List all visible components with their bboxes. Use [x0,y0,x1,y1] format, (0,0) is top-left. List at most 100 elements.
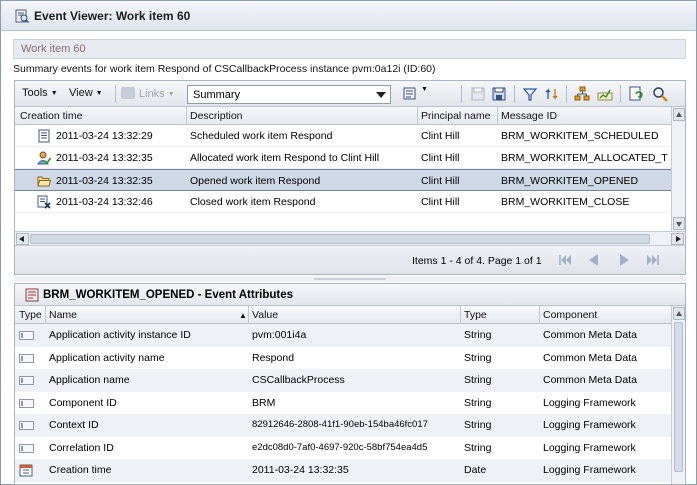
attribute-value: BRM [252,396,276,409]
attribute-row[interactable]: Creation time 2011-03-24 13:32:35 Date L… [15,459,671,482]
scroll-down-button[interactable] [673,217,685,230]
attribute-value: CSCallbackProcess [252,374,345,386]
attribute-value: 82912646-2808-41f1-90eb-154ba46fc017 [252,419,428,430]
attribute-component: Logging Framework [543,441,636,454]
column-header-type-icon[interactable]: Type [19,309,42,321]
events-horizontal-scrollbar[interactable] [15,231,685,245]
column-divider[interactable] [460,306,461,324]
events-vertical-scrollbar[interactable] [671,107,685,231]
event-row-selected[interactable]: 2011-03-24 13:32:35 Opened work item Res… [15,169,671,191]
attribute-type: Date [464,464,487,476]
scroll-up-button[interactable] [673,108,685,121]
attribute-row[interactable]: Context ID 82912646-2808-41f1-90eb-154ba… [15,414,671,437]
save-icon[interactable] [491,86,507,102]
column-header-name[interactable]: Name [49,309,77,321]
search-icon[interactable] [652,86,668,102]
save-disabled-icon[interactable] [470,86,486,102]
column-divider[interactable] [45,306,46,324]
links-menu-button[interactable]: Links ▼ [121,87,175,100]
scroll-left-button[interactable] [16,233,29,245]
closed-document-icon [37,195,51,209]
first-page-icon[interactable] [556,253,574,267]
toolbar-divider [566,85,567,103]
event-message-id: BRM_WORKITEM_ALLOCATED_T [501,152,668,164]
opened-folder-icon [37,176,51,187]
sort-icon[interactable] [544,86,560,102]
column-header-creation-time[interactable]: Creation time [20,110,82,122]
details-icon[interactable] [402,86,418,102]
event-time: 2011-03-24 13:32:35 [56,175,153,187]
event-attributes-panel: BRM_WORKITEM_OPENED - Event Attributes T… [14,283,686,485]
events-grid-header: Creation time Description Principal name… [15,107,671,125]
event-row[interactable]: 2011-03-24 13:32:46 Closed work item Res… [15,191,671,213]
attribute-type: String [464,329,492,341]
filter-select[interactable]: Summary [187,85,391,104]
event-message-id: BRM_WORKITEM_OPENED [501,175,639,187]
attributes-vertical-scrollbar[interactable] [671,306,685,484]
attribute-row[interactable]: Application activity name Respond String… [15,347,671,370]
scroll-right-button[interactable] [671,233,684,245]
event-row[interactable]: 2011-03-24 13:32:29 Scheduled work item … [15,125,671,147]
pager-status: Items 1 - 4 of 4. Page 1 of 1 [412,255,542,267]
dropdown-arrow-icon [376,92,386,98]
attribute-type: String [464,396,492,409]
event-principal: Clint Hill [421,152,460,164]
string-field-icon [19,331,34,340]
event-principal: Clint Hill [421,196,460,208]
splitter-grip[interactable] [314,278,386,280]
column-header-principal-name[interactable]: Principal name [421,110,490,122]
column-header-description[interactable]: Description [190,110,243,122]
event-time: 2011-03-24 13:32:29 [56,130,153,142]
column-divider[interactable] [248,306,249,324]
column-divider[interactable] [417,107,418,125]
tools-menu-label: Tools [22,87,48,99]
last-page-icon[interactable] [644,253,662,267]
sort-ascending-icon[interactable]: ▲ [239,311,247,320]
date-field-icon [19,464,33,477]
attribute-value: pvm:001i4a [252,329,307,341]
attribute-name: Creation time [49,464,112,476]
next-page-icon[interactable] [615,253,633,267]
attribute-row[interactable]: Correlation ID e2dc08d0-7af0-4697-920c-5… [15,437,671,460]
column-header-type[interactable]: Type [464,309,487,321]
column-header-value[interactable]: Value [252,309,278,321]
attributes-grid-body: Application activity instance ID pvm:001… [15,324,671,484]
chevron-down-icon: ▼ [95,90,103,97]
column-header-message-id[interactable]: Message ID [501,110,557,122]
scroll-thumb[interactable] [30,234,650,244]
toolbar-divider [461,85,462,103]
column-divider[interactable] [539,306,540,324]
scroll-thumb[interactable] [674,322,683,472]
event-viewer-window: Event Viewer: Work item 60 Work item 60 … [0,0,697,485]
chart-icon[interactable] [597,86,613,102]
tools-menu-button[interactable]: Tools ▼ [22,87,58,99]
column-header-component[interactable]: Component [543,309,597,321]
attribute-row[interactable]: Component ID BRM String Logging Framewor… [15,392,671,415]
attribute-type: String [464,419,492,431]
attribute-row[interactable]: Application activity instance ID pvm:001… [15,324,671,347]
previous-page-icon[interactable] [585,253,603,267]
panel-splitter[interactable] [14,276,686,282]
event-message-id: BRM_WORKITEM_CLOSE [501,196,630,208]
view-menu-button[interactable]: View ▼ [69,87,103,99]
links-icon [121,87,135,99]
event-time: 2011-03-24 13:32:46 [56,196,153,208]
refresh-icon[interactable] [628,86,644,102]
string-field-icon [19,398,34,408]
scroll-up-button[interactable] [673,307,685,320]
attributes-grid-header: Type Name ▲ Value Type Component [15,306,671,324]
event-description: Scheduled work item Respond [190,130,333,142]
links-menu-label: Links [139,88,165,100]
attribute-row[interactable]: Application name CSCallbackProcess Strin… [15,369,671,392]
filter-icon[interactable] [522,86,538,102]
attribute-name: Application activity name [49,351,165,364]
event-description: Opened work item Respond [190,175,321,187]
window-title: Event Viewer: Work item 60 [34,9,191,23]
column-divider[interactable] [186,107,187,125]
event-row[interactable]: 2011-03-24 13:32:35 Allocated work item … [15,147,671,169]
toolbar-divider [514,85,515,103]
column-divider[interactable] [497,107,498,125]
hierarchy-icon[interactable] [574,86,590,102]
event-description: Closed work item Respond [190,196,316,208]
chevron-down-icon[interactable]: ▼ [421,86,428,93]
